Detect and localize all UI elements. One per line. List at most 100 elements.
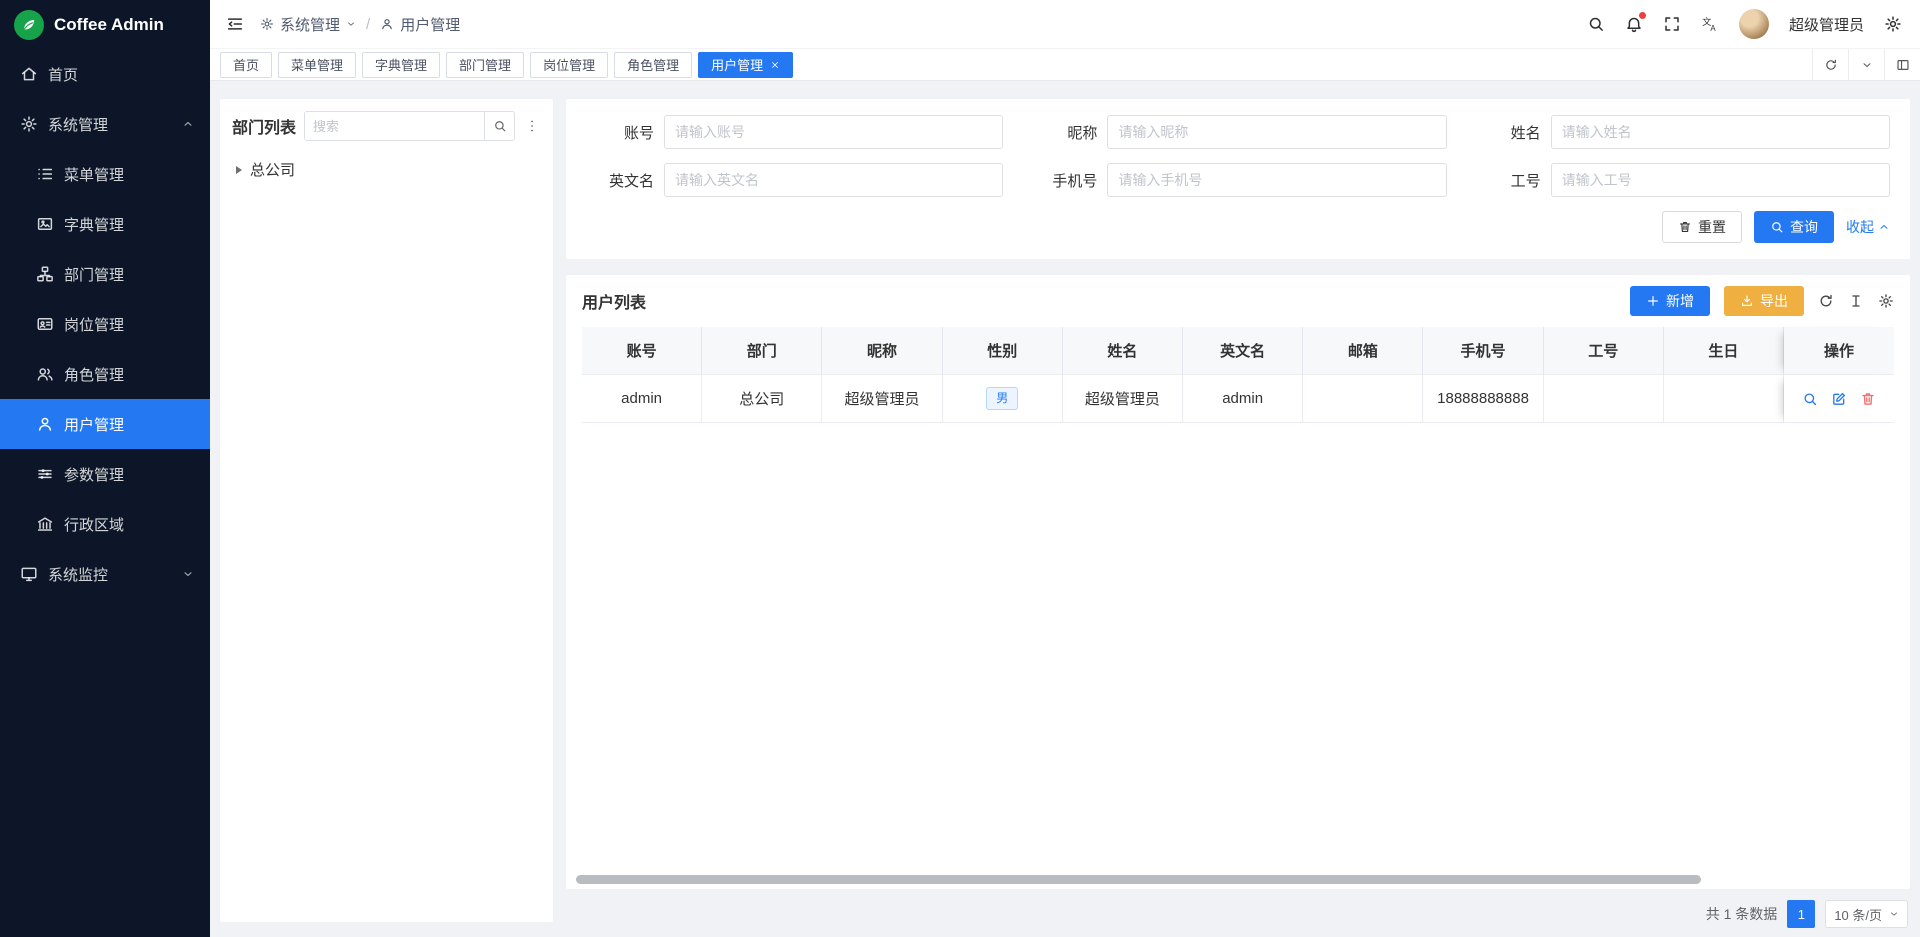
sidebar-item-post-management[interactable]: 岗位管理	[0, 299, 210, 349]
tab-dictionary-management[interactable]: 字典管理	[362, 52, 440, 78]
breadcrumb: 系统管理 / 用户管理	[260, 14, 460, 35]
page-size-select[interactable]: 10 条/页	[1825, 900, 1908, 928]
account-input[interactable]	[664, 115, 1003, 149]
column-header-account: 账号	[582, 327, 702, 375]
breadcrumb-item-system[interactable]: 系统管理	[260, 14, 356, 35]
app-root: Coffee Admin 首页 系统管理 菜单管理 字典管理 部门	[0, 0, 1920, 937]
sidebar-item-label: 角色管理	[64, 364, 124, 385]
tab-close-icon[interactable]	[770, 60, 780, 70]
phone-input[interactable]	[1107, 163, 1446, 197]
layout-toggle-button[interactable]	[1884, 49, 1920, 80]
tab-label: 岗位管理	[543, 55, 595, 74]
delete-row-button[interactable]	[1860, 391, 1876, 407]
tab-menu-management[interactable]: 菜单管理	[278, 52, 356, 78]
column-header-work-id: 工号	[1544, 327, 1664, 375]
layout-icon	[1896, 58, 1910, 72]
notifications-button[interactable]	[1625, 15, 1643, 33]
cell-work-id	[1544, 375, 1664, 423]
main-column: 账号 昵称 姓名 英文名	[566, 99, 1910, 937]
tab-role-management[interactable]: 角色管理	[614, 52, 692, 78]
refresh-table-button[interactable]	[1818, 293, 1834, 309]
horizontal-scrollbar-thumb[interactable]	[576, 875, 1701, 884]
sidebar-item-role-management[interactable]: 角色管理	[0, 349, 210, 399]
search-button[interactable]: 查询	[1754, 211, 1834, 243]
list-icon	[36, 165, 54, 183]
reset-button[interactable]: 重置	[1662, 211, 1742, 243]
department-more-button[interactable]	[523, 118, 541, 134]
table-settings-button[interactable]	[1878, 293, 1894, 309]
english-name-input[interactable]	[664, 163, 1003, 197]
filter-card: 账号 昵称 姓名 英文名	[566, 99, 1910, 259]
nickname-input[interactable]	[1107, 115, 1446, 149]
search-icon	[1587, 15, 1605, 33]
filter-field-phone: 手机号	[1029, 163, 1446, 197]
chevron-down-icon	[182, 568, 194, 580]
tab-department-management[interactable]: 部门管理	[446, 52, 524, 78]
pagination-total: 共 1 条数据	[1706, 904, 1778, 924]
name-input[interactable]	[1551, 115, 1890, 149]
tab-user-management[interactable]: 用户管理	[698, 52, 793, 78]
tree-item-head-office[interactable]: 总公司	[234, 155, 539, 184]
pagination: 共 1 条数据 1 10 条/页	[566, 889, 1910, 937]
bank-icon	[36, 515, 54, 533]
tabbar: 首页 菜单管理 字典管理 部门管理 岗位管理 角色管理 用户管理	[210, 49, 1920, 81]
sidebar-item-menu-management[interactable]: 菜单管理	[0, 149, 210, 199]
department-panel-header: 部门列表	[232, 111, 541, 141]
notification-badge	[1639, 12, 1646, 19]
user-icon	[380, 17, 394, 31]
translate-icon: 文A	[1701, 15, 1719, 33]
avatar[interactable]	[1739, 9, 1769, 39]
trash-icon	[1678, 220, 1692, 234]
sidebar-item-system-management[interactable]: 系统管理	[0, 99, 210, 149]
user-table: 账号 部门 昵称 性别 姓名 英文名 邮箱 手机号 工号 生日 操作	[582, 327, 1894, 423]
add-user-button[interactable]: 新增	[1630, 286, 1710, 316]
user-icon	[36, 415, 54, 433]
current-user-name[interactable]: 超级管理员	[1789, 14, 1864, 35]
filter-field-account: 账号	[586, 115, 1003, 149]
tab-label: 菜单管理	[291, 55, 343, 74]
sidebar-item-admin-region[interactable]: 行政区域	[0, 499, 210, 549]
tab-label: 首页	[233, 55, 259, 74]
language-button[interactable]: 文A	[1701, 15, 1719, 33]
monitor-icon	[20, 565, 38, 583]
work-id-input[interactable]	[1551, 163, 1890, 197]
collapse-filters-button[interactable]: 收起	[1846, 217, 1890, 237]
users-icon	[36, 365, 54, 383]
department-search-button[interactable]	[484, 112, 514, 140]
fullscreen-button[interactable]	[1663, 15, 1681, 33]
settings-button[interactable]	[1884, 15, 1902, 33]
user-list-toolbar: 新增 导出	[1630, 286, 1894, 316]
edit-row-button[interactable]	[1831, 391, 1847, 407]
sidebar-item-department-management[interactable]: 部门管理	[0, 249, 210, 299]
page-1-button[interactable]: 1	[1787, 900, 1815, 928]
sidebar-item-parameter-management[interactable]: 参数管理	[0, 449, 210, 499]
sidebar-item-user-management[interactable]: 用户管理	[0, 399, 210, 449]
export-button[interactable]: 导出	[1724, 286, 1804, 316]
table-header-row: 账号 部门 昵称 性别 姓名 英文名 邮箱 手机号 工号 生日 操作	[582, 327, 1894, 375]
gear-icon	[20, 115, 38, 133]
topbar-right: 文A 超级管理员	[1587, 9, 1902, 39]
view-row-button[interactable]	[1802, 391, 1818, 407]
department-search-group	[304, 111, 515, 141]
tab-home[interactable]: 首页	[220, 52, 272, 78]
sidebar-item-home[interactable]: 首页	[0, 49, 210, 99]
tab-label: 字典管理	[375, 55, 427, 74]
sidebar-item-dictionary-management[interactable]: 字典管理	[0, 199, 210, 249]
row-height-button[interactable]	[1848, 293, 1864, 309]
global-search-button[interactable]	[1587, 15, 1605, 33]
table-row[interactable]: admin 总公司 超级管理员 男 超级管理员 admin 1888888888…	[582, 375, 1894, 423]
sidebar-collapse-button[interactable]	[226, 15, 244, 33]
sidebar-nav: 首页 系统管理 菜单管理 字典管理 部门管理 岗位管理	[0, 49, 210, 937]
refresh-tab-button[interactable]	[1812, 49, 1848, 80]
tab-options-button[interactable]	[1848, 49, 1884, 80]
tab-post-management[interactable]: 岗位管理	[530, 52, 608, 78]
tree-expand-icon[interactable]	[236, 166, 242, 174]
sidebar-item-system-monitor[interactable]: 系统监控	[0, 549, 210, 599]
cell-gender: 男	[943, 375, 1063, 423]
user-list-card: 用户列表 新增 导出	[566, 275, 1910, 889]
tab-label: 用户管理	[711, 55, 763, 74]
app-logo[interactable]: Coffee Admin	[0, 0, 210, 49]
sidebar-item-label: 行政区域	[64, 514, 124, 535]
department-search-input[interactable]	[305, 112, 484, 140]
dots-vertical-icon	[524, 118, 540, 134]
